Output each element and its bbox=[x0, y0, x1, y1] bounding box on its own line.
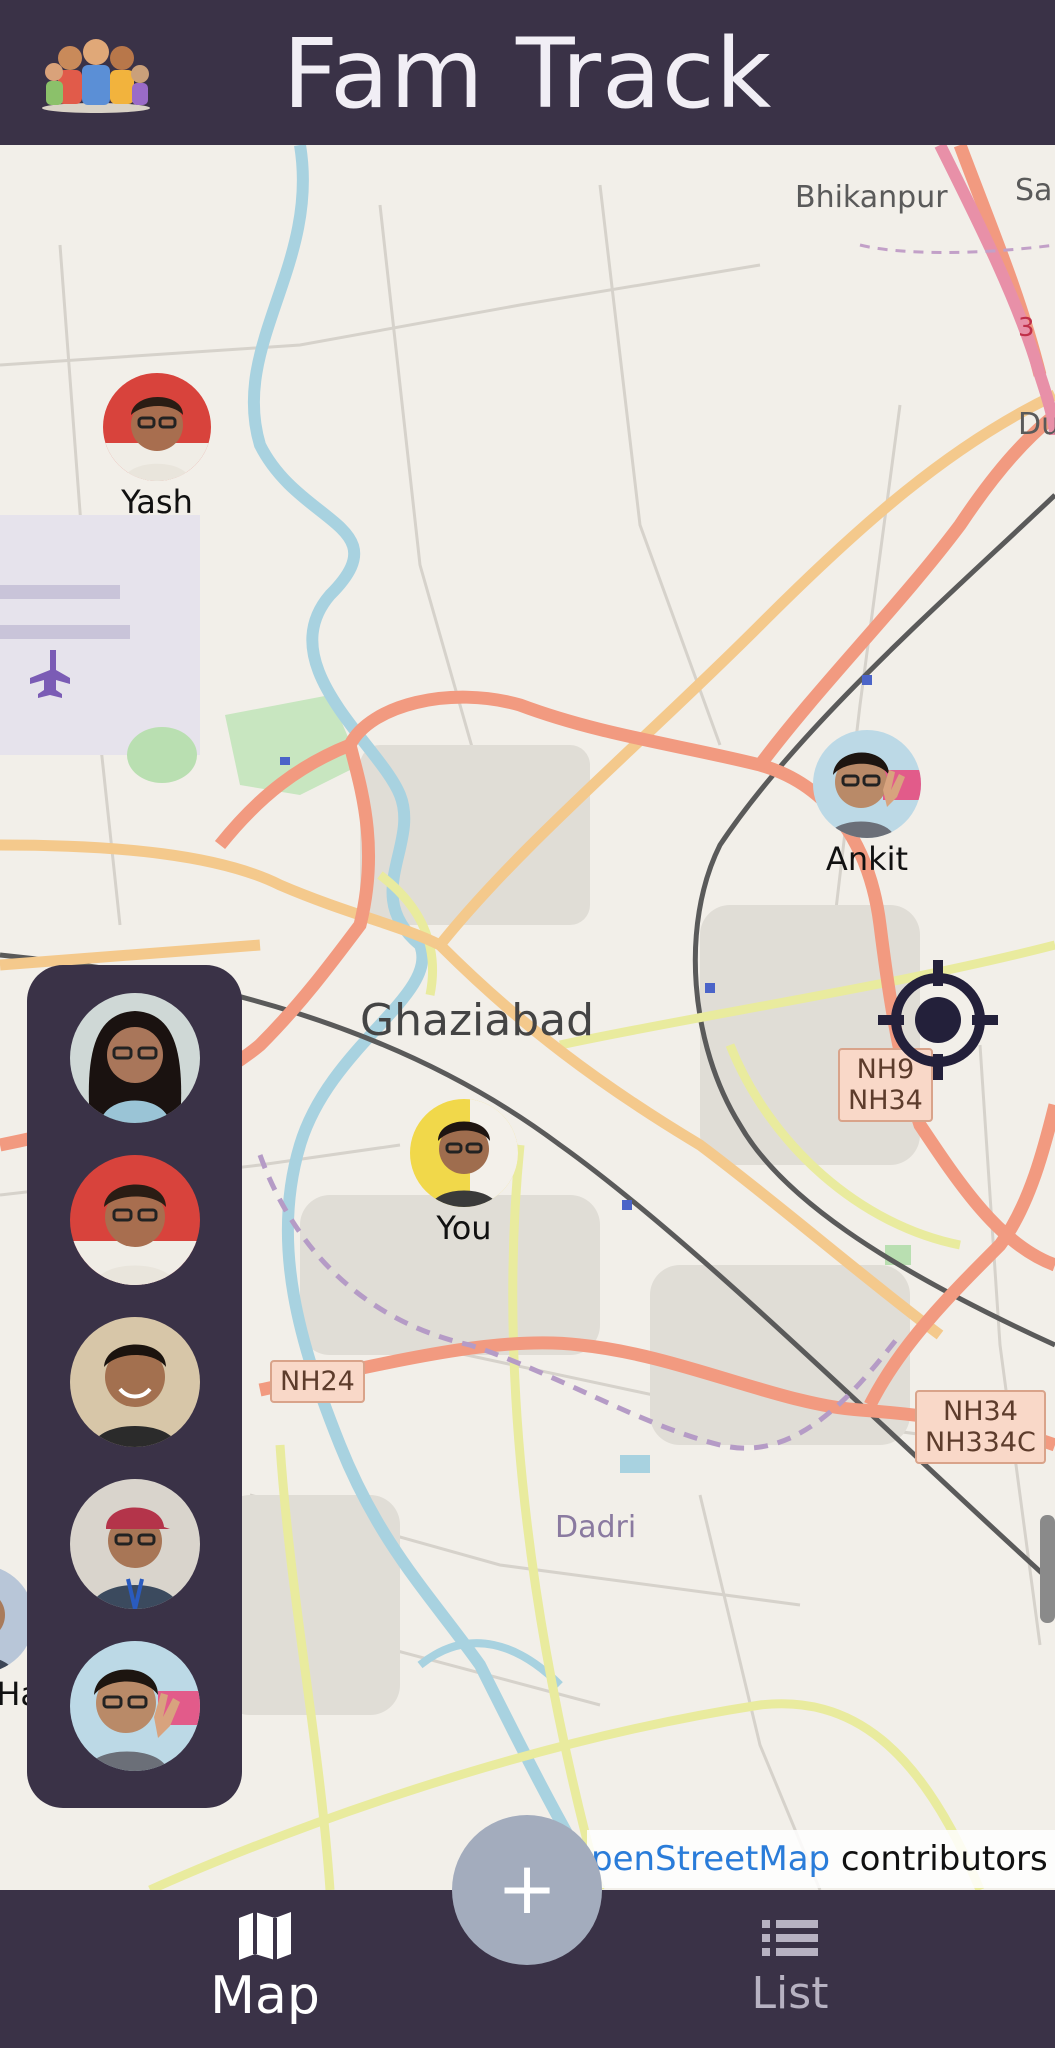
app-header: Fam Track bbox=[0, 0, 1055, 145]
tab-list[interactable]: List bbox=[640, 1910, 940, 2019]
shield-line-nh334c: NH334C bbox=[925, 1427, 1036, 1458]
avatar-man-glasses-red-icon[interactable] bbox=[70, 1155, 200, 1285]
map-attribution: penStreetMap contributors bbox=[587, 1830, 1055, 1888]
my-location-icon[interactable] bbox=[873, 955, 1003, 1085]
avatar-yash-icon bbox=[103, 373, 211, 481]
family-members-panel bbox=[27, 965, 242, 1808]
avatar-man-cap-lanyard-icon[interactable] bbox=[70, 1479, 200, 1609]
avatar-ankit-icon bbox=[813, 730, 921, 838]
highway-shield-nh34-nh334c: NH34 NH334C bbox=[915, 1390, 1046, 1464]
avatar-woman-glasses-icon[interactable] bbox=[70, 993, 200, 1123]
shield-line-nh24: NH24 bbox=[280, 1366, 355, 1397]
avatar-man-smiling-icon[interactable] bbox=[70, 1317, 200, 1447]
map-icon bbox=[239, 1912, 291, 1960]
avatar-man-peace-sign-icon[interactable] bbox=[70, 1641, 200, 1771]
shield-line-nh34-b: NH34 bbox=[943, 1396, 1018, 1427]
tab-map[interactable]: Map bbox=[115, 1910, 415, 2026]
ring-road-number: 3 bbox=[1018, 313, 1035, 343]
member-marker-ankit[interactable]: Ankit bbox=[807, 730, 927, 878]
avatar-you-icon bbox=[410, 1099, 518, 1207]
place-label-bhikanpur: Bhikanpur bbox=[795, 180, 948, 215]
add-member-button[interactable]: + bbox=[452, 1815, 602, 1965]
place-label-dadri: Dadri bbox=[555, 1510, 637, 1545]
map-view[interactable]: Bhikanpur Sar Du Ghaziabad Dadri NH9 NH3… bbox=[0, 145, 1055, 1890]
attribution-text: contributors bbox=[830, 1839, 1048, 1879]
tab-list-label: List bbox=[751, 1968, 829, 2019]
place-label-ghaziabad: Ghaziabad bbox=[360, 995, 595, 1046]
app-title: Fam Track bbox=[282, 18, 773, 130]
place-label-sar: Sar bbox=[1015, 173, 1055, 208]
attribution-link[interactable]: penStreetMap bbox=[591, 1839, 830, 1879]
highway-shield-nh24: NH24 bbox=[270, 1360, 365, 1403]
member-marker-you[interactable]: You bbox=[404, 1099, 524, 1247]
offscreen-member-edge-icon[interactable] bbox=[1040, 1515, 1055, 1623]
list-icon bbox=[762, 1920, 818, 1956]
member-marker-yash[interactable]: Yash bbox=[97, 373, 217, 521]
tab-map-label: Map bbox=[210, 1966, 320, 2026]
member-name-ankit: Ankit bbox=[825, 840, 909, 878]
member-name-you: You bbox=[436, 1209, 492, 1247]
place-label-du: Du bbox=[1018, 407, 1055, 442]
shield-line-nh34: NH34 bbox=[848, 1085, 923, 1116]
member-name-yash: Yash bbox=[121, 483, 193, 521]
